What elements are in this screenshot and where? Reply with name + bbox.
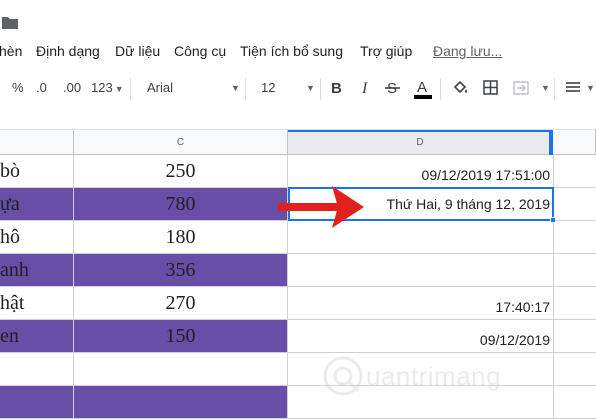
more-formats-button[interactable]: 123 ▼: [91, 80, 124, 95]
cell-b[interactable]: [0, 353, 74, 386]
column-header-b[interactable]: [0, 130, 74, 155]
font-family-value: Arial: [147, 80, 174, 95]
cell-e[interactable]: [554, 221, 596, 254]
svg-text:I: I: [361, 80, 368, 97]
cell-c[interactable]: 356: [74, 254, 288, 287]
cell-b[interactable]: hật: [0, 287, 74, 320]
cell-c[interactable]: [74, 353, 288, 386]
column-resize-handle[interactable]: [549, 130, 553, 155]
decrease-decimal-button[interactable]: .0: [36, 80, 47, 95]
column-header-d[interactable]: D: [288, 130, 553, 155]
folder-icon[interactable]: [2, 16, 18, 29]
chevron-down-icon: ▼: [306, 83, 315, 93]
cell-e[interactable]: [554, 287, 596, 320]
watermark: uantrimang: [322, 355, 532, 399]
cell-c[interactable]: [74, 386, 288, 419]
chevron-down-icon[interactable]: ▼: [541, 83, 550, 93]
grid-top-spacer: [0, 107, 596, 130]
toolbar-divider: [130, 78, 131, 100]
cell-b[interactable]: bò: [0, 155, 74, 188]
merge-cells-icon[interactable]: [513, 78, 531, 98]
svg-text:A: A: [417, 79, 427, 96]
chevron-down-icon[interactable]: ▼: [586, 83, 595, 93]
column-header-e[interactable]: [553, 130, 596, 155]
cell-c[interactable]: 270: [74, 287, 288, 320]
cell-b[interactable]: ựa: [0, 188, 74, 221]
text-color-icon[interactable]: A: [413, 78, 433, 100]
menu-item-data[interactable]: Dữ liệu: [115, 43, 160, 59]
red-arrow-annotation: [278, 186, 364, 228]
saving-status[interactable]: Đang lưu...: [433, 43, 502, 59]
cell-e[interactable]: [554, 188, 596, 221]
fill-color-icon[interactable]: [452, 78, 470, 98]
column-selection-bar: [288, 130, 553, 132]
cell-d[interactable]: 17:40:17: [288, 287, 554, 320]
italic-icon[interactable]: I: [358, 78, 374, 98]
toolbar-divider: [554, 78, 555, 100]
increase-decimal-label: .00: [63, 80, 82, 95]
column-header-c[interactable]: C: [74, 130, 288, 155]
toolbar-divider: [245, 78, 246, 100]
cell-b[interactable]: anh: [0, 254, 74, 287]
cell-c[interactable]: 150: [74, 320, 288, 353]
toolbar: % .0 .00 123▼ Arial▼ 12▼ B I S A ▼ ▼: [0, 72, 596, 106]
cell-b[interactable]: hô: [0, 221, 74, 254]
menu-item-help[interactable]: Trợ giúp: [360, 43, 412, 59]
toolbar-divider: [440, 78, 441, 100]
cell-d[interactable]: [288, 254, 554, 287]
cell-c[interactable]: 250: [74, 155, 288, 188]
horizontal-align-icon[interactable]: [565, 78, 583, 98]
watermark-logo-icon: [323, 356, 363, 396]
cell-c[interactable]: 780: [74, 188, 288, 221]
cell-e[interactable]: [554, 320, 596, 353]
cell-b[interactable]: en: [0, 320, 74, 353]
menu-item-tools[interactable]: Công cụ: [174, 43, 226, 59]
cell-e[interactable]: [554, 254, 596, 287]
font-size-select[interactable]: 12 ▼: [261, 80, 316, 95]
cell-c[interactable]: 180: [74, 221, 288, 254]
menu-item-insert[interactable]: hèn: [0, 43, 22, 59]
font-family-select[interactable]: Arial ▼: [147, 80, 240, 95]
chevron-down-icon: ▼: [114, 84, 124, 94]
menu-item-addons[interactable]: Tiện ích bổ sung: [240, 43, 343, 59]
watermark-text: uantrimang: [366, 361, 502, 391]
menu-item-format[interactable]: Định dạng: [36, 43, 100, 59]
cell-e[interactable]: [554, 353, 596, 386]
title-bar: [0, 0, 596, 36]
strikethrough-icon[interactable]: S: [384, 78, 402, 98]
decrease-decimal-label: .0: [36, 80, 47, 95]
increase-decimal-button[interactable]: .00: [63, 80, 81, 95]
menu-bar: hèn Định dạng Dữ liệu Công cụ Tiện ích b…: [0, 38, 596, 66]
svg-text:B: B: [331, 80, 342, 97]
cell-e[interactable]: [554, 386, 596, 419]
fill-handle[interactable]: [550, 217, 556, 223]
cell-e[interactable]: [554, 155, 596, 188]
cell-b[interactable]: [0, 386, 74, 419]
more-formats-label: 123: [91, 80, 113, 95]
cell-d[interactable]: 09/12/2019: [288, 320, 554, 353]
chevron-down-icon: ▼: [231, 83, 240, 93]
bold-icon[interactable]: B: [329, 78, 345, 98]
borders-icon[interactable]: [483, 78, 499, 98]
toolbar-divider: [320, 78, 321, 100]
font-size-value: 12: [261, 80, 276, 95]
format-percent-button[interactable]: %: [12, 80, 24, 95]
